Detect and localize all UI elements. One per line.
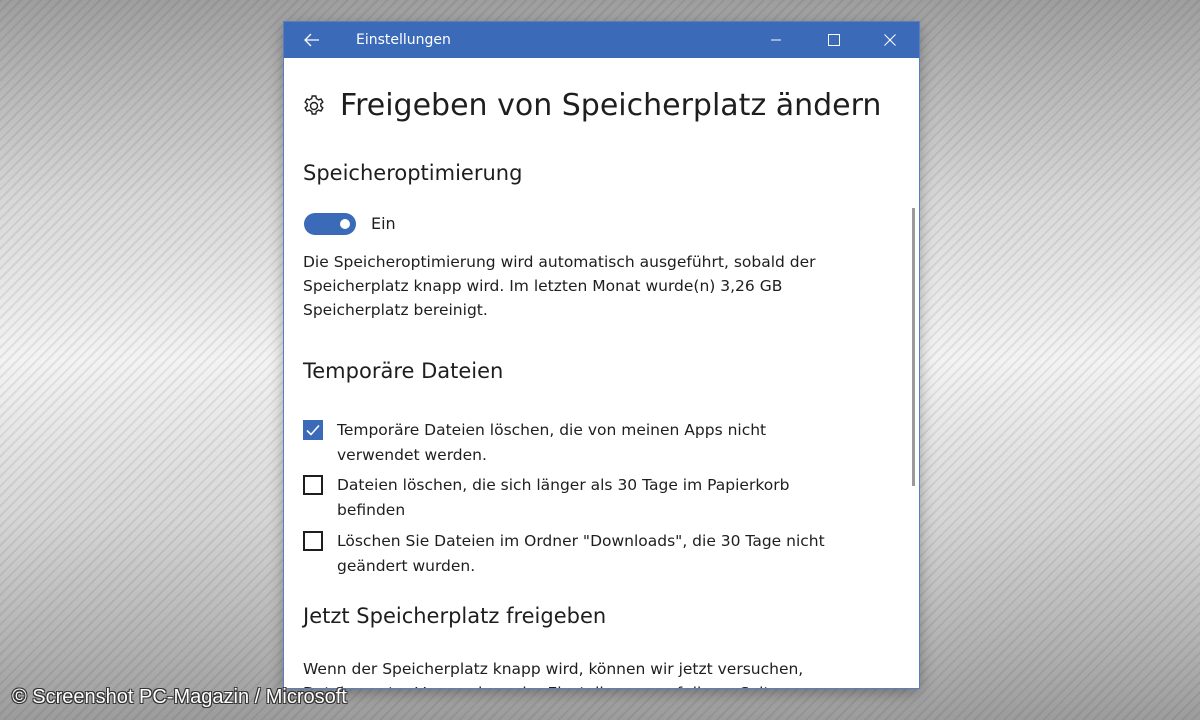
checkmark-icon — [306, 424, 320, 436]
section-heading-storage-sense: Speicheroptimierung — [303, 161, 523, 185]
title-bar: Einstellungen — [284, 22, 919, 58]
gear-icon — [304, 94, 324, 115]
checkbox-row-downloads[interactable]: Löschen Sie Dateien im Ordner "Downloads… — [303, 529, 837, 579]
maximize-icon — [828, 34, 840, 46]
close-button[interactable] — [866, 22, 914, 58]
settings-window: Einstellungen Freigeben von Speicherplat… — [284, 22, 919, 688]
maximize-button[interactable] — [810, 22, 858, 58]
checkbox-recycle-bin[interactable] — [303, 475, 323, 495]
checkbox-row-temp-files[interactable]: Temporäre Dateien löschen, die von meine… — [303, 418, 837, 468]
free-now-description: Wenn der Speicherplatz knapp wird, könne… — [303, 660, 804, 688]
storage-sense-toggle[interactable] — [304, 213, 356, 235]
storage-sense-description: Die Speicheroptimierung wird automatisch… — [303, 253, 816, 319]
section-heading-temp-files: Temporäre Dateien — [303, 359, 504, 383]
checkbox-label: Dateien löschen, die sich länger als 30 … — [337, 476, 790, 519]
toggle-label: Ein — [371, 214, 396, 233]
page-title: Freigeben von Speicherplatz ändern — [340, 88, 882, 123]
close-icon — [884, 34, 896, 46]
toggle-knob — [340, 219, 350, 229]
section-heading-free-now: Jetzt Speicherplatz freigeben — [303, 604, 607, 628]
window-title: Einstellungen — [356, 32, 451, 48]
scrollbar-thumb[interactable] — [912, 208, 915, 486]
arrow-left-icon — [304, 33, 319, 47]
page-header: Freigeben von Speicherplatz ändern — [302, 88, 881, 123]
checkbox-downloads[interactable] — [303, 531, 323, 551]
checkbox-label: Löschen Sie Dateien im Ordner "Downloads… — [337, 532, 825, 575]
content-pane: Freigeben von Speicherplatz ändern Speic… — [284, 58, 919, 688]
minimize-icon — [771, 39, 781, 41]
minimize-button[interactable] — [752, 22, 800, 58]
copyright-watermark: © Screenshot PC-Magazin / Microsoft — [12, 686, 347, 708]
back-button[interactable] — [284, 22, 340, 58]
checkbox-row-recycle-bin[interactable]: Dateien löschen, die sich länger als 30 … — [303, 473, 837, 523]
checkbox-label: Temporäre Dateien löschen, die von meine… — [337, 421, 767, 464]
checkbox-temp-files[interactable] — [303, 420, 323, 440]
